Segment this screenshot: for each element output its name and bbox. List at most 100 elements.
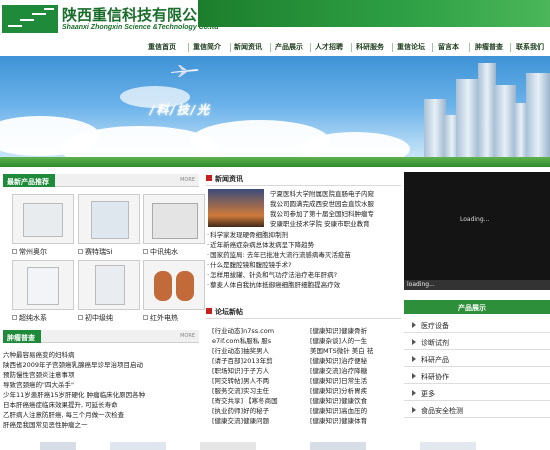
forum-post[interactable]: [健康交流]健康问题 bbox=[212, 415, 269, 425]
products-header: 最新产品推荐 MORE bbox=[3, 174, 199, 187]
product-card[interactable]: 超纯水系 bbox=[12, 260, 74, 324]
product-card[interactable]: 常州奥尔 bbox=[12, 194, 74, 258]
health-item[interactable]: 少年11岁患肝癌15岁肝硬化 肿瘤临床化原因各种 bbox=[3, 389, 145, 399]
news-item[interactable]: 国家药监局: 去年已批准大流行流感病毒灭活疫苗 bbox=[207, 249, 351, 259]
arrow-right-icon bbox=[412, 356, 416, 362]
forum-post[interactable]: [健康知识]治疗便秘 bbox=[310, 355, 367, 365]
health-item[interactable]: 肝癌是我国常见恶性肿瘤之一 bbox=[3, 419, 88, 429]
category-item[interactable]: 诊断试剂 bbox=[404, 335, 550, 350]
forum-post[interactable]: [健康知识]健康饮食 bbox=[310, 395, 367, 405]
product-card[interactable]: 赛特瑞Si bbox=[78, 194, 140, 258]
category-item[interactable]: 科研产品 bbox=[404, 352, 550, 367]
news-photo[interactable] bbox=[208, 189, 264, 227]
health-item[interactable]: 预防慢性宫颈炎注意事项 bbox=[3, 369, 75, 379]
product-image[interactable] bbox=[12, 194, 74, 244]
products-more-link[interactable]: MORE bbox=[180, 177, 195, 183]
forum-post[interactable]: [行业动态]抽奖男人 bbox=[212, 345, 269, 355]
arrow-right-icon bbox=[412, 373, 416, 379]
product-name[interactable]: 超纯水系 bbox=[19, 314, 47, 322]
bottom-thumbnail[interactable] bbox=[110, 442, 166, 450]
health-item[interactable]: 陕西省2009年子宫颈癌乳腺癌早诊早治项目启动 bbox=[3, 359, 143, 369]
nav-item-products[interactable]: 产品展示 bbox=[275, 42, 303, 52]
forum-header: 论坛新帖 bbox=[206, 305, 401, 319]
forum-title: 论坛新帖 bbox=[215, 308, 243, 316]
forum-post[interactable]: [阿交转帖]男人不两 bbox=[212, 375, 269, 385]
news-title: 新闻资讯 bbox=[215, 175, 243, 183]
news-item[interactable]: 科学家发现硬骨细胞抑制剂 bbox=[207, 229, 288, 239]
forum-post[interactable]: [健康知识]日常生活 bbox=[310, 375, 367, 385]
nav-separator bbox=[270, 43, 271, 52]
company-name-cn: 陕西重信科技有限公司 bbox=[62, 6, 213, 24]
product-name[interactable]: 红外电热 bbox=[150, 314, 178, 322]
products-title: 最新产品推荐 bbox=[3, 174, 55, 187]
logo-mark-icon bbox=[2, 5, 58, 33]
nav-separator bbox=[310, 43, 311, 52]
news-item[interactable]: 近年新癌症杂病总体发病呈下降趋势 bbox=[207, 239, 314, 249]
category-item[interactable]: 食品安全检测 bbox=[404, 403, 550, 418]
product-card[interactable]: 红外电热 bbox=[143, 260, 205, 324]
nav-item-news[interactable]: 新闻资讯 bbox=[234, 42, 262, 52]
product-name[interactable]: 中讯纯水 bbox=[150, 248, 178, 256]
product-name[interactable]: 赛特瑞Si bbox=[85, 248, 112, 256]
forum-header-icon bbox=[206, 308, 212, 314]
health-item[interactable]: 六种最容易癌变的妇科病 bbox=[3, 349, 75, 359]
forum-post[interactable]: [健康知识]健康骨折 bbox=[310, 325, 367, 335]
forum-post[interactable]: e7if.com私服私 服s bbox=[212, 335, 271, 345]
video-player[interactable]: Loading... bbox=[404, 172, 550, 290]
product-image[interactable] bbox=[78, 194, 140, 244]
forum-post[interactable]: [职场知识]于子方人 bbox=[212, 365, 269, 375]
health-title: 肿瘤普查 bbox=[3, 330, 41, 343]
health-item[interactable]: 乙肝病人注意防肝癌, 每三个月做一次检查 bbox=[3, 409, 124, 419]
nav-item-forum[interactable]: 重信论坛 bbox=[397, 42, 425, 52]
news-item[interactable]: 藜麦人体自我抗体抵御癌细胞肝细胞提高疗效 bbox=[207, 279, 340, 289]
forum-post[interactable]: [健康知识]高血压的 bbox=[310, 405, 367, 415]
nav-item-jobs[interactable]: 人才招聘 bbox=[315, 42, 343, 52]
nav-item-contact[interactable]: 联系我们 bbox=[516, 42, 544, 52]
nav-item-about[interactable]: 重信简介 bbox=[193, 42, 221, 52]
category-item[interactable]: 医疗设备 bbox=[404, 318, 550, 333]
news-item[interactable]: 宁夏医科大学附属医院直肠电子内窥 bbox=[270, 188, 374, 198]
forum-post[interactable]: [行业动态]n7ss.com bbox=[212, 325, 274, 335]
forum-post[interactable]: [请子百部]2013年剪 bbox=[212, 355, 273, 365]
category-item[interactable]: 科研协作 bbox=[404, 369, 550, 384]
product-image[interactable] bbox=[143, 260, 205, 310]
health-item[interactable]: 导致宫颈癌的"四大杀手" bbox=[3, 379, 74, 389]
news-item[interactable]: 什么是腹腔镜和腹腔镜手术? bbox=[207, 259, 291, 269]
bottom-thumbnail[interactable] bbox=[200, 442, 256, 450]
product-name[interactable]: 初中级纯 bbox=[85, 314, 113, 322]
product-name[interactable]: 常州奥尔 bbox=[19, 248, 47, 256]
news-item[interactable]: 我公司参加了第十届全国妇科肿瘤专 bbox=[270, 208, 374, 218]
forum-post[interactable]: 美国MTS微针 美白 祛 bbox=[310, 345, 373, 355]
forum-post[interactable]: [健康知识]健康体育 bbox=[310, 415, 367, 425]
news-item[interactable]: 怎样用拔罐、针灸和气功疗法治疗老年肝病? bbox=[207, 269, 337, 279]
nav-separator bbox=[432, 43, 433, 52]
nav-item-guestbook[interactable]: 留言本 bbox=[438, 42, 459, 52]
product-card[interactable]: 初中级纯 bbox=[78, 260, 140, 324]
news-item[interactable]: 我公司圆满完成西安世园会直饮水服 bbox=[270, 198, 374, 208]
category-item[interactable]: 更多 bbox=[404, 386, 550, 401]
forum-post[interactable]: [服务交流]实习主任 bbox=[212, 385, 269, 395]
forum-post[interactable]: [执业药师]好的秘子 bbox=[212, 405, 269, 415]
nav-item-home[interactable]: 重信首页 bbox=[148, 42, 176, 52]
forum-post[interactable]: [健康知识]分析胃疾 bbox=[310, 385, 367, 395]
forum-post[interactable]: [健康杂谈]人的一生 bbox=[310, 335, 367, 345]
company-logo[interactable]: 陕西重信科技有限公司 Shaanxi Zhongxin Science &Tec… bbox=[2, 3, 218, 39]
news-item[interactable]: 安康职业技术学院 安康市职业教育 bbox=[270, 218, 370, 228]
bottom-thumbnail[interactable] bbox=[310, 442, 366, 450]
bottom-thumbnail[interactable] bbox=[420, 442, 476, 450]
product-image[interactable] bbox=[78, 260, 140, 310]
bottom-thumbnail[interactable] bbox=[40, 442, 76, 450]
health-item[interactable]: 日本肝癌癌症临床效果提升, 可延长寿命 bbox=[3, 399, 118, 409]
company-name-en: Shaanxi Zhongxin Science &Technology Co.… bbox=[62, 24, 219, 31]
forum-post[interactable]: [寄交共享] 【寒冬商国 bbox=[212, 395, 278, 405]
main-nav: 重信首页 重信简介 新闻资讯 产品展示 人才招聘 科研服务 重信论坛 留言本 肿… bbox=[140, 40, 550, 54]
page: 陕西重信科技有限公司 Shaanxi Zhongxin Science &Tec… bbox=[0, 0, 550, 450]
nav-item-screening[interactable]: 肿瘤普查 bbox=[475, 42, 503, 52]
product-image[interactable] bbox=[143, 194, 205, 244]
video-status-text: loading... bbox=[407, 281, 435, 288]
product-card[interactable]: 中讯纯水 bbox=[143, 194, 205, 258]
nav-item-research[interactable]: 科研服务 bbox=[356, 42, 384, 52]
product-image[interactable] bbox=[12, 260, 74, 310]
health-more-link[interactable]: MORE bbox=[180, 333, 195, 339]
forum-post[interactable]: [健康交流]治疗降糖 bbox=[310, 365, 367, 375]
